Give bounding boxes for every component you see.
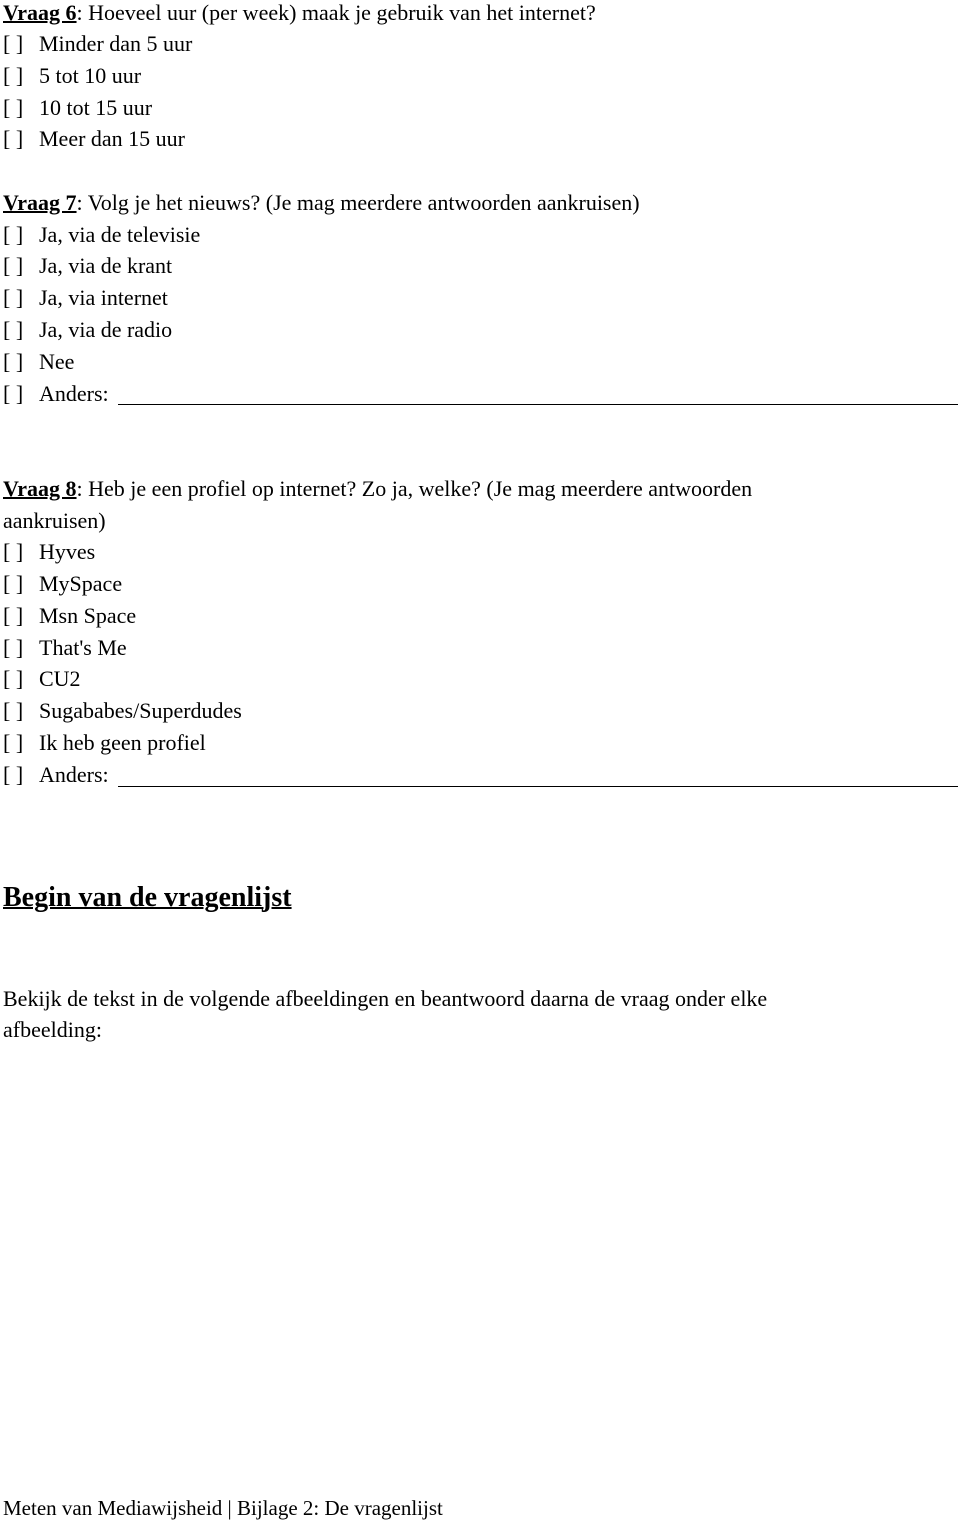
question-6-title: Vraag 6: Hoeveel uur (per week) maak je … <box>3 0 596 29</box>
q8-option-1[interactable]: [ ] Hyves <box>3 536 95 568</box>
checkbox[interactable]: [ ] <box>3 314 39 346</box>
checkbox[interactable]: [ ] <box>3 568 39 600</box>
option-label: Ja, via de televisie <box>39 222 201 247</box>
intro-text-line-2: afbeelding: <box>3 1017 102 1042</box>
checkbox[interactable]: [ ] <box>3 727 39 759</box>
q6-option-2[interactable]: [ ] 5 tot 10 uur <box>3 60 141 92</box>
q7-anders-write-line[interactable] <box>118 404 958 405</box>
option-label: 10 tot 15 uur <box>39 95 153 120</box>
checkbox[interactable]: [ ] <box>3 378 39 410</box>
option-label: 5 tot 10 uur <box>39 63 142 88</box>
option-label: Ja, via de radio <box>39 317 173 342</box>
option-label: Ja, via de krant <box>39 253 173 278</box>
q7-option-3[interactable]: [ ] Ja, via internet <box>3 282 168 314</box>
option-label: Nee <box>39 349 75 374</box>
checkbox[interactable]: [ ] <box>3 346 39 378</box>
question-7-text: : Volg je het nieuws? (Je mag meerdere a… <box>76 190 640 215</box>
q8-option-5[interactable]: [ ] CU2 <box>3 663 81 695</box>
q7-option-1[interactable]: [ ] Ja, via de televisie <box>3 219 200 251</box>
option-label: Anders: <box>39 762 109 787</box>
page-footer: Meten van Mediawijsheid | Bijlage 2: De … <box>3 1496 443 1520</box>
question-8-title: Vraag 8: Heb je een profiel op internet?… <box>3 473 752 505</box>
q7-option-4[interactable]: [ ] Ja, via de radio <box>3 314 172 346</box>
option-label: Msn Space <box>39 603 137 628</box>
option-label: Hyves <box>39 539 96 564</box>
q8-option-anders[interactable]: [ ] Anders: <box>3 759 109 791</box>
question-6-text: : Hoeveel uur (per week) maak je gebruik… <box>76 0 596 25</box>
question-8-label: Vraag 8 <box>3 476 77 501</box>
option-label: CU2 <box>39 666 81 691</box>
checkbox[interactable]: [ ] <box>3 60 39 92</box>
option-label: Anders: <box>39 381 109 406</box>
checkbox[interactable]: [ ] <box>3 123 39 155</box>
question-8-text-continued: aankruisen) <box>3 508 106 533</box>
option-label: Minder dan 5 uur <box>39 31 193 56</box>
option-label: That's Me <box>39 635 127 660</box>
option-label: Meer dan 15 uur <box>39 126 186 151</box>
question-8-text: : Heb je een profiel op internet? Zo ja,… <box>76 476 753 501</box>
q7-option-5[interactable]: [ ] Nee <box>3 346 74 378</box>
checkbox[interactable]: [ ] <box>3 219 39 251</box>
option-label: MySpace <box>39 571 123 596</box>
checkbox[interactable]: [ ] <box>3 663 39 695</box>
q8-option-2[interactable]: [ ] MySpace <box>3 568 122 600</box>
q6-option-1[interactable]: [ ] Minder dan 5 uur <box>3 28 192 60</box>
checkbox[interactable]: [ ] <box>3 600 39 632</box>
q8-option-7[interactable]: [ ] Ik heb geen profiel <box>3 727 206 759</box>
checkbox[interactable]: [ ] <box>3 695 39 727</box>
question-6-label: Vraag 6 <box>3 0 77 25</box>
checkbox[interactable]: [ ] <box>3 759 39 791</box>
q8-option-6[interactable]: [ ] Sugababes/Superdudes <box>3 695 242 727</box>
option-label: Ja, via internet <box>39 285 168 310</box>
checkbox[interactable]: [ ] <box>3 632 39 664</box>
q8-option-4[interactable]: [ ] That's Me <box>3 632 127 664</box>
checkbox[interactable]: [ ] <box>3 250 39 282</box>
intro-text-line-1: Bekijk de tekst in de volgende afbeeldin… <box>3 986 768 1011</box>
question-7-title: Vraag 7: Volg je het nieuws? (Je mag mee… <box>3 187 640 219</box>
checkbox[interactable]: [ ] <box>3 92 39 124</box>
option-label: Sugababes/Superdudes <box>39 698 242 723</box>
q8-anders-write-line[interactable] <box>118 786 958 787</box>
q6-option-4[interactable]: [ ] Meer dan 15 uur <box>3 123 185 155</box>
question-7-label: Vraag 7 <box>3 190 77 215</box>
q7-option-2[interactable]: [ ] Ja, via de krant <box>3 250 172 282</box>
checkbox[interactable]: [ ] <box>3 282 39 314</box>
option-label: Ik heb geen profiel <box>39 730 206 755</box>
q7-option-anders[interactable]: [ ] Anders: <box>3 378 109 410</box>
q8-option-3[interactable]: [ ] Msn Space <box>3 600 136 632</box>
checkbox[interactable]: [ ] <box>3 28 39 60</box>
checkbox[interactable]: [ ] <box>3 536 39 568</box>
q6-option-3[interactable]: [ ] 10 tot 15 uur <box>3 92 152 124</box>
section-heading: Begin van de vragenlijst <box>3 882 292 913</box>
